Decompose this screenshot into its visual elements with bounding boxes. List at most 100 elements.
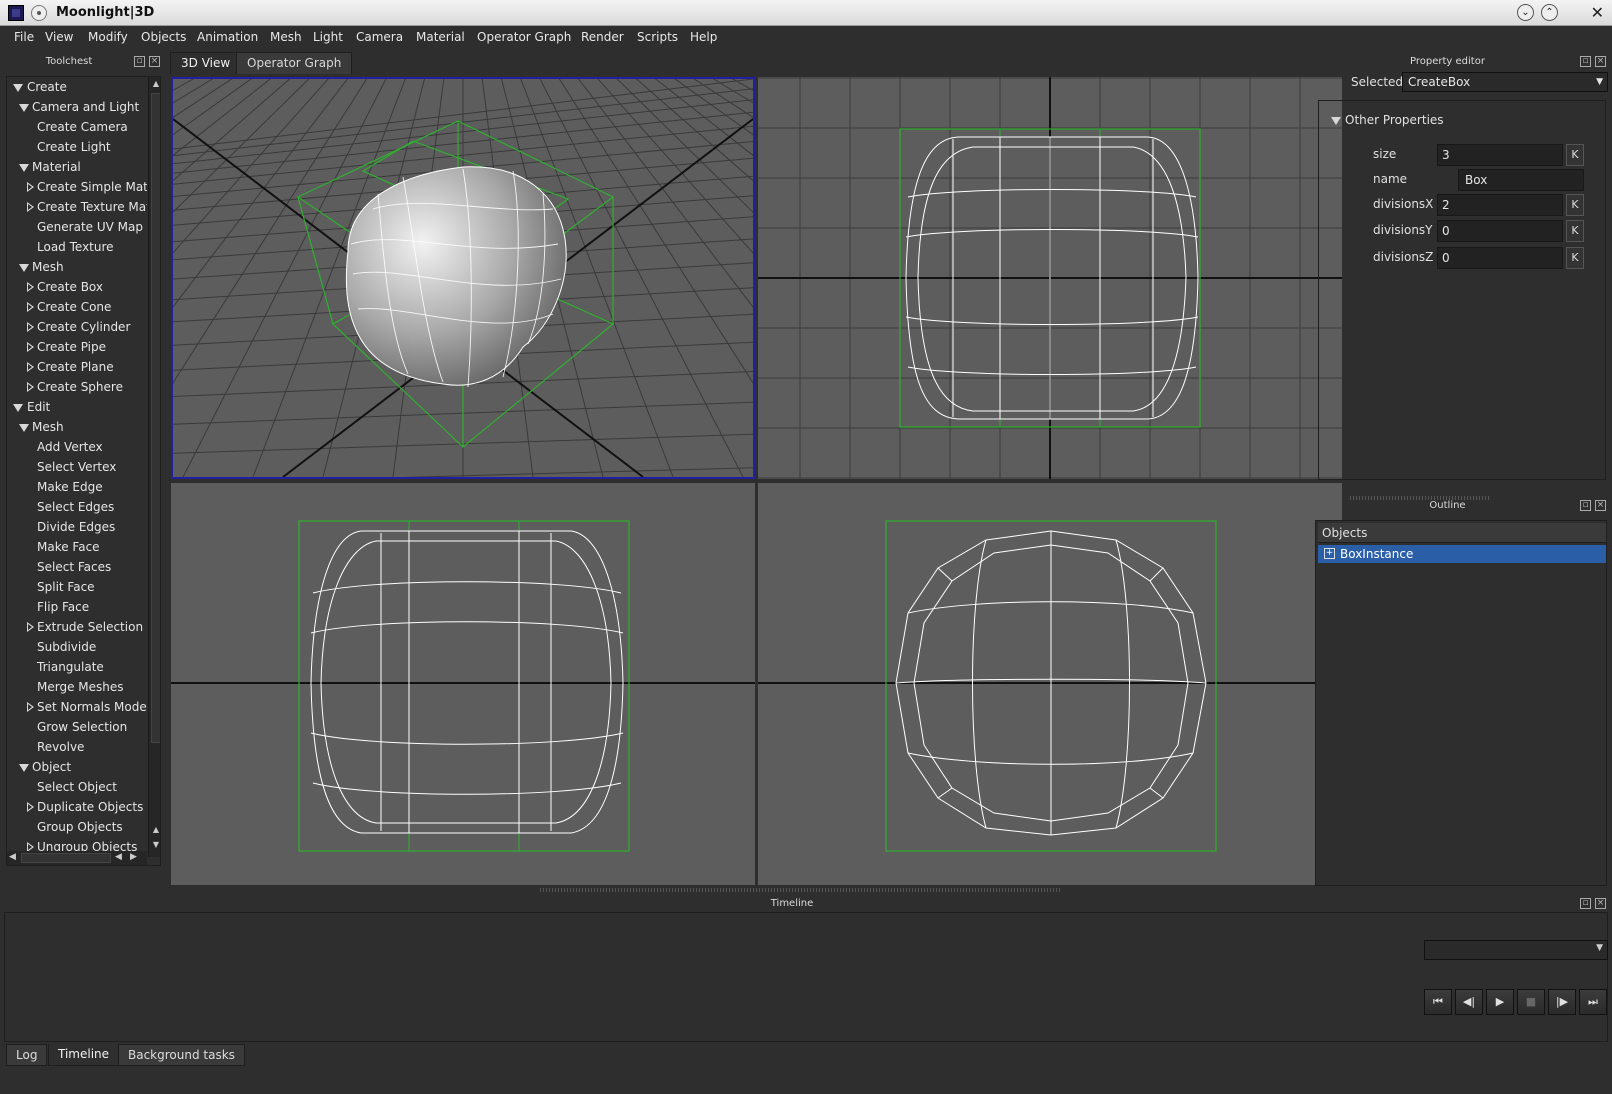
expand-icon[interactable]: + <box>1324 548 1335 559</box>
scroll-up-icon[interactable]: ▲ <box>151 79 160 91</box>
viewport-top[interactable] <box>758 483 1342 885</box>
scroll-left-icon[interactable]: ◀ <box>9 852 16 862</box>
toolchest-vscrollbar[interactable]: ▲ ▲ ▼ <box>148 77 160 857</box>
menu-help[interactable]: Help <box>690 30 717 44</box>
close-dock-icon[interactable]: × <box>1595 898 1606 909</box>
last-frame-icon[interactable]: ⏭ <box>1579 989 1607 1015</box>
tab-3d-view[interactable]: 3D View <box>170 52 242 74</box>
property-name-input[interactable]: Box <box>1458 169 1584 191</box>
expanded-arrow-icon[interactable] <box>19 104 29 112</box>
toolchest-tree: Create Camera and Light Create Camera Creat… <box>7 77 147 865</box>
close-icon[interactable]: ✕ <box>1591 3 1604 22</box>
property-size-input[interactable]: 3 <box>1437 144 1563 166</box>
viewport-side[interactable] <box>171 483 755 885</box>
menu-camera[interactable]: Camera <box>356 30 403 44</box>
scroll-right-icon[interactable]: ▶ <box>130 852 137 862</box>
outline-panel: Objects + BoxInstance <box>1315 520 1607 886</box>
menu-view[interactable]: View <box>45 30 73 44</box>
float-icon[interactable]: ▫ <box>1580 500 1591 511</box>
toolchest-item-label: Create Pipe <box>37 340 106 354</box>
collapsed-arrow-icon[interactable] <box>27 182 34 192</box>
property-divisionsX-input[interactable]: 2 <box>1437 194 1563 216</box>
maximize-icon[interactable]: ⌃ <box>1541 4 1558 21</box>
viewport-perspective[interactable] <box>171 77 755 479</box>
property-divisionsZ-input[interactable]: 0 <box>1437 247 1563 269</box>
collapsed-arrow-icon[interactable] <box>27 382 34 392</box>
toolchest-title: Toolchest <box>45 56 93 67</box>
expanded-arrow-icon[interactable] <box>19 164 29 172</box>
tab-timeline[interactable]: Timeline <box>48 1044 120 1066</box>
play-icon[interactable]: ▶ <box>1486 989 1514 1015</box>
chevron-down-icon: ▼ <box>1596 943 1603 953</box>
scroll-down-icon[interactable]: ▼ <box>151 840 160 852</box>
close-dock-icon[interactable]: × <box>1595 56 1606 67</box>
tab-log[interactable]: Log <box>6 1044 48 1066</box>
toolchest-item-label: Divide Edges <box>37 520 116 534</box>
menu-mesh[interactable]: Mesh <box>270 30 302 44</box>
property-divisionsY-input[interactable]: 0 <box>1437 220 1563 242</box>
prev-frame-icon[interactable]: ◀| <box>1455 989 1483 1015</box>
close-dock-icon[interactable]: × <box>149 56 160 67</box>
collapsed-arrow-icon[interactable] <box>27 302 34 312</box>
expanded-arrow-icon[interactable] <box>19 764 29 772</box>
menu-file[interactable]: File <box>14 30 34 44</box>
stop-icon[interactable]: ■ <box>1517 989 1545 1015</box>
menu-operator-graph[interactable]: Operator Graph <box>477 30 571 44</box>
close-dock-icon[interactable]: × <box>1595 500 1606 511</box>
keyframe-button[interactable]: K <box>1566 220 1584 242</box>
toolchest-item-label: Create Texture Material <box>37 200 147 214</box>
expanded-arrow-icon[interactable] <box>13 84 23 92</box>
menu-material[interactable]: Material <box>416 30 465 44</box>
float-icon[interactable]: ▫ <box>134 56 145 67</box>
app-icon <box>8 5 24 21</box>
collapsed-arrow-icon[interactable] <box>27 282 34 292</box>
menu-animation[interactable]: Animation <box>197 30 258 44</box>
toolchest-item-label: Subdivide <box>37 640 97 654</box>
viewport-front[interactable] <box>758 77 1342 479</box>
menu-scripts[interactable]: Scripts <box>637 30 678 44</box>
tab-operator-graph[interactable]: Operator Graph <box>236 52 353 74</box>
outline-row-boxinstance[interactable]: + BoxInstance <box>1318 545 1606 563</box>
scroll-left-icon-2[interactable]: ◀ <box>115 852 122 862</box>
scroll-thumb[interactable] <box>151 93 160 743</box>
side-scene <box>171 520 755 852</box>
title-bar: Moonlight|3D ⌄ ⌃ ✕ <box>0 0 1612 26</box>
expanded-arrow-icon[interactable] <box>19 264 29 272</box>
collapsed-arrow-icon[interactable] <box>27 622 34 632</box>
menu-render[interactable]: Render <box>581 30 624 44</box>
menu-bar: File View Modify Objects Animation Mesh Light C… <box>0 26 1612 50</box>
keyframe-button[interactable]: K <box>1566 194 1584 216</box>
toolchest-item-label: Make Edge <box>37 480 103 494</box>
next-frame-icon[interactable]: |▶ <box>1548 989 1576 1015</box>
toolchest-hscrollbar[interactable]: ◀ ◀ ▶ <box>7 851 147 865</box>
float-icon[interactable]: ▫ <box>1580 56 1591 67</box>
keyframe-button[interactable]: K <box>1566 144 1584 166</box>
window-menu-icon[interactable] <box>31 5 47 21</box>
collapsed-arrow-icon[interactable] <box>27 802 34 812</box>
collapsed-arrow-icon[interactable] <box>27 702 34 712</box>
float-icon[interactable]: ▫ <box>1580 898 1591 909</box>
collapsed-arrow-icon[interactable] <box>27 322 34 332</box>
menu-modify[interactable]: Modify <box>88 30 128 44</box>
splitter-grip[interactable] <box>540 888 1060 892</box>
menu-light[interactable]: Light <box>313 30 343 44</box>
collapsed-arrow-icon[interactable] <box>27 202 34 212</box>
menu-objects[interactable]: Objects <box>141 30 186 44</box>
collapse-arrow-icon[interactable] <box>1331 117 1341 125</box>
scroll-up-icon-2[interactable]: ▲ <box>151 825 160 837</box>
first-frame-icon[interactable]: ⏮ <box>1424 989 1452 1015</box>
collapsed-arrow-icon[interactable] <box>27 342 34 352</box>
keyframe-button[interactable]: K <box>1566 247 1584 269</box>
toolchest-item-label: Flip Face <box>37 600 90 614</box>
tab-background-tasks[interactable]: Background tasks <box>118 1044 245 1066</box>
perspective-scene <box>173 79 753 477</box>
status-bar <box>0 1072 1612 1094</box>
expanded-arrow-icon[interactable] <box>19 424 29 432</box>
hscroll-thumb[interactable] <box>21 853 111 863</box>
minimize-icon[interactable]: ⌄ <box>1517 4 1534 21</box>
timeline-combo[interactable]: ▼ <box>1424 940 1608 960</box>
collapsed-arrow-icon[interactable] <box>27 362 34 372</box>
selected-node-select[interactable]: CreateBox ▼ <box>1402 72 1608 92</box>
toolchest-item-label: Set Normals Mode <box>37 700 147 714</box>
expanded-arrow-icon[interactable] <box>13 404 23 412</box>
